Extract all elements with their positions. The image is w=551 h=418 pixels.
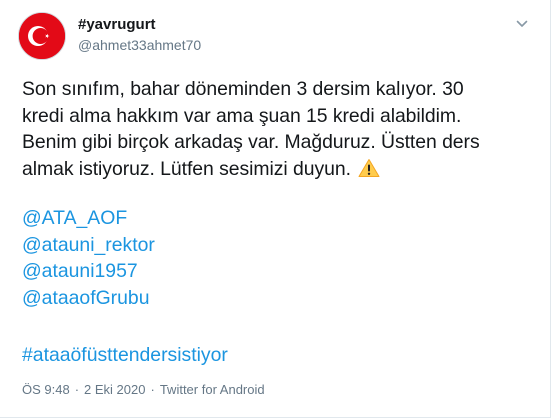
tweet-body: Son sınıfım, bahar döneminden 3 dersim k… [22,78,480,180]
user-handle[interactable]: @ahmet33ahmet70 [78,37,201,53]
tweet-text: Son sınıfım, bahar döneminden 3 dersim k… [22,76,527,182]
mention-link[interactable]: @ataaofGrubu [22,285,155,312]
mention-list: @ATA_AOF @atauni_rektor @atauni1957 @ata… [22,205,155,311]
mention-link[interactable]: @atauni_rektor [22,232,155,259]
tweet-source[interactable]: Twitter for Android [160,382,265,397]
mention-link[interactable]: @ATA_AOF [22,205,155,232]
tweet-date[interactable]: 2 Eki 2020 [84,382,145,397]
separator: · [150,382,155,397]
hashtag-link[interactable]: #ataaöfüsttendersistiyor [22,342,228,369]
tweet-meta: ÖS 9:48 · 2 Eki 2020 · Twitter for Android [22,382,265,397]
tweet-card: #yavrugurt @ahmet33ahmet70 Son sınıfım, … [0,0,551,418]
turkish-flag-icon [19,13,65,59]
separator: · [74,382,80,397]
tweet-time[interactable]: ÖS 9:48 [22,382,70,397]
avatar[interactable] [18,12,66,60]
mention-link[interactable]: @atauni1957 [22,258,155,285]
display-name[interactable]: #yavrugurt [78,16,156,33]
chevron-down-icon[interactable] [514,16,530,32]
warning-sign-icon [358,158,380,177]
